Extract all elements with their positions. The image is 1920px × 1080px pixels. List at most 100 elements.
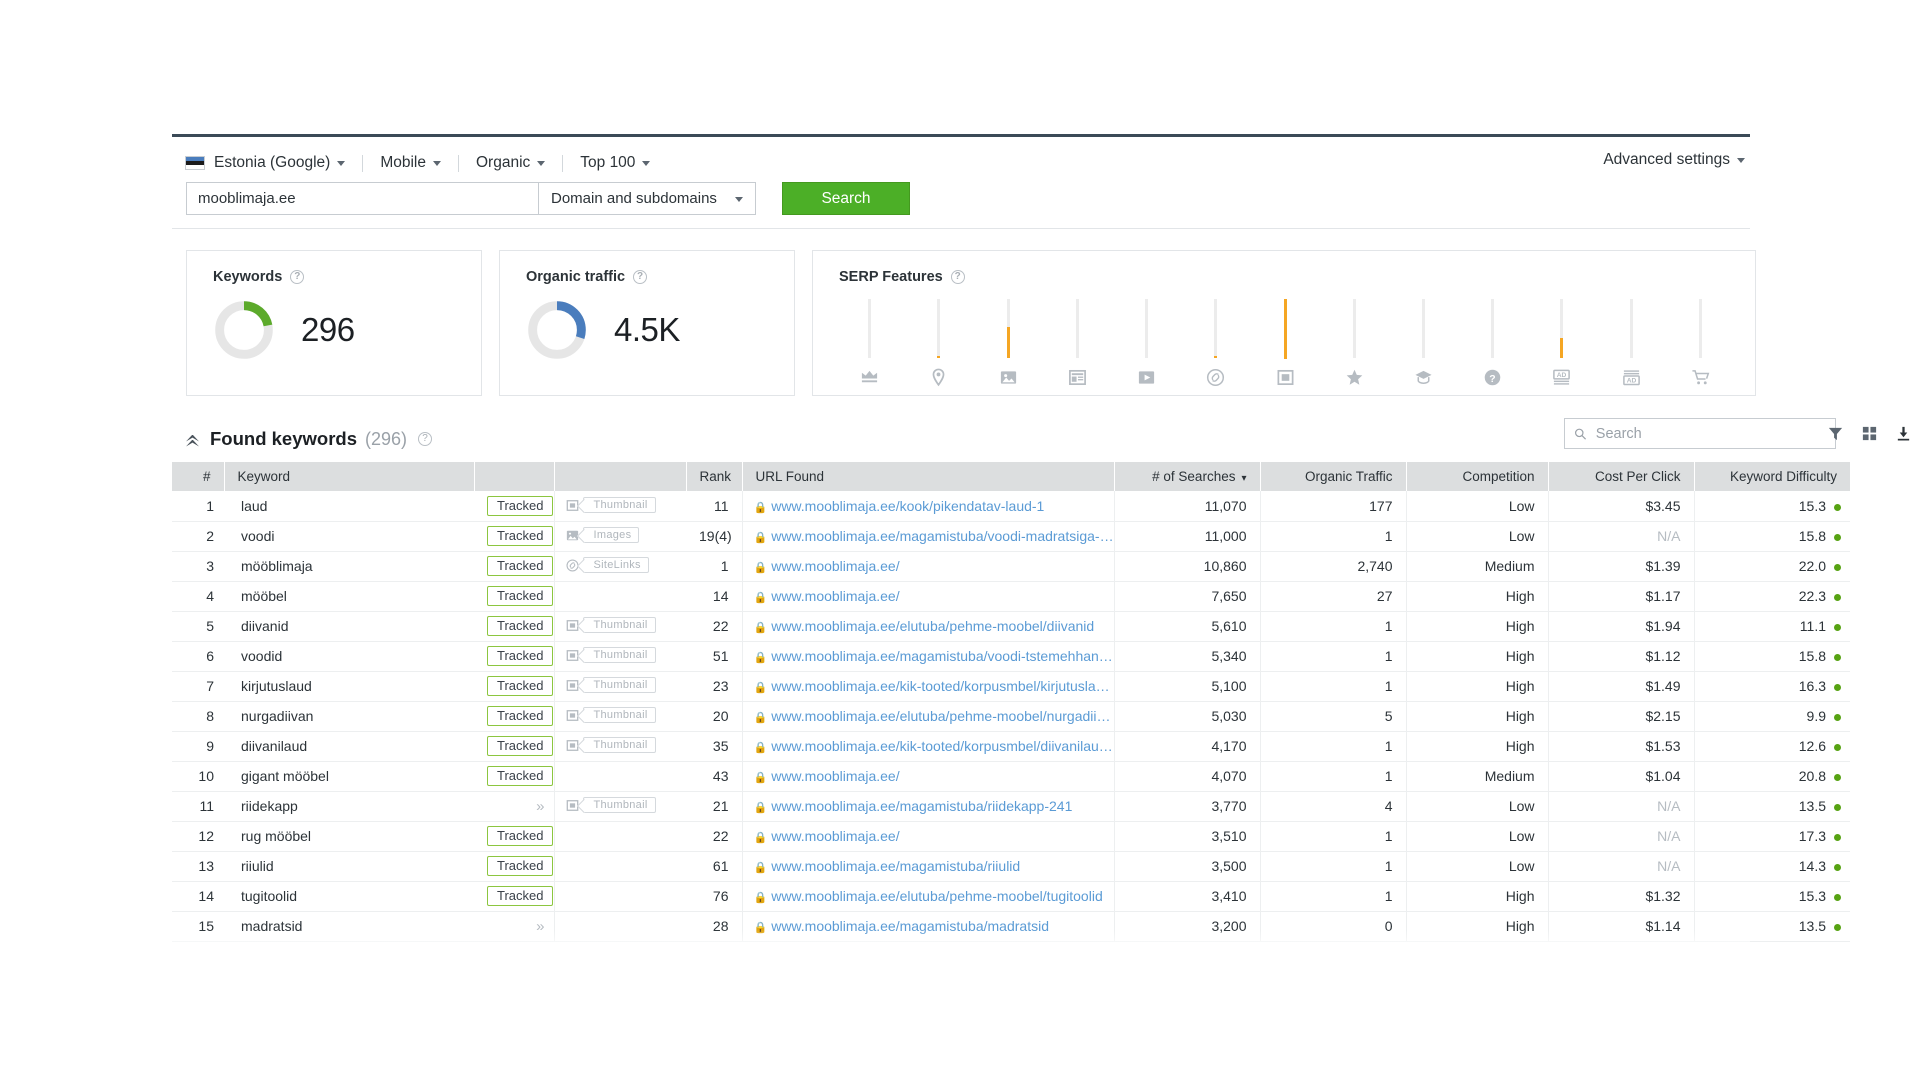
- tracked-badge[interactable]: Tracked: [474, 671, 554, 701]
- column-header-rank[interactable]: Rank: [686, 462, 742, 491]
- url-link[interactable]: www.mooblimaja.ee/magamistuba/riiulid: [771, 858, 1020, 874]
- tracked-badge[interactable]: Tracked: [474, 581, 554, 611]
- search-input[interactable]: [1596, 426, 1826, 442]
- table-row[interactable]: 10gigant mööbelTracked43🔒www.mooblimaja.…: [172, 761, 1850, 791]
- serp-feature-featured-snippet[interactable]: [835, 299, 904, 387]
- table-row[interactable]: 5diivanidTrackedThumbnail22🔒www.mooblima…: [172, 611, 1850, 641]
- tracked-badge[interactable]: Tracked: [474, 491, 554, 521]
- table-row[interactable]: 4mööbelTracked14🔒www.mooblimaja.ee/7,650…: [172, 581, 1850, 611]
- columns-icon[interactable]: [1852, 418, 1886, 449]
- table-fade-overlay: [172, 930, 1750, 958]
- collapse-chevron-icon[interactable]: [186, 433, 199, 446]
- tracked-badge-label[interactable]: Tracked: [487, 526, 553, 546]
- serp-feature-faq[interactable]: ?: [1458, 299, 1527, 387]
- cpc-na: N/A: [1657, 858, 1680, 874]
- domain-input[interactable]: [186, 182, 538, 215]
- tracked-badge-label[interactable]: Tracked: [487, 826, 553, 846]
- table-row[interactable]: 3mööblimajaTrackedSiteLinks1🔒www.mooblim…: [172, 551, 1850, 581]
- tracked-badge-label[interactable]: Tracked: [487, 556, 553, 576]
- device-selector[interactable]: Mobile: [380, 154, 441, 172]
- tracked-badge-label[interactable]: Tracked: [487, 856, 553, 876]
- url-link[interactable]: www.mooblimaja.ee/elutuba/pehme-moobel/t…: [771, 888, 1103, 904]
- table-search-box[interactable]: [1564, 418, 1836, 449]
- tracked-badge[interactable]: Tracked: [474, 881, 554, 911]
- serp-feature-knowledge-panel[interactable]: [1389, 299, 1458, 387]
- url-link[interactable]: www.mooblimaja.ee/magamistuba/voodi-madr…: [771, 528, 1113, 544]
- table-row[interactable]: 13riiulidTracked61🔒www.mooblimaja.ee/mag…: [172, 851, 1850, 881]
- url-link[interactable]: www.mooblimaja.ee/kook/pikendatav-laud-1: [771, 498, 1044, 514]
- help-icon[interactable]: ?: [418, 432, 432, 446]
- table-row[interactable]: 12rug mööbelTracked22🔒www.mooblimaja.ee/…: [172, 821, 1850, 851]
- column-header-index[interactable]: #: [172, 462, 224, 491]
- table-row[interactable]: 7kirjutuslaudTrackedThumbnail23🔒www.moob…: [172, 671, 1850, 701]
- serp-feature-thumbnail[interactable]: [1250, 299, 1319, 387]
- serp-feature-sitelinks[interactable]: [1181, 299, 1250, 387]
- table-row[interactable]: 6voodidTrackedThumbnail51🔒www.mooblimaja…: [172, 641, 1850, 671]
- url-link[interactable]: www.mooblimaja.ee/elutuba/pehme-moobel/n…: [771, 708, 1110, 724]
- url-link[interactable]: www.mooblimaja.ee/magamistuba/riidekapp-…: [771, 798, 1072, 814]
- help-icon[interactable]: ?: [951, 270, 965, 284]
- download-icon[interactable]: [1886, 418, 1920, 449]
- tracked-badge-label[interactable]: Tracked: [487, 676, 553, 696]
- search-button[interactable]: Search: [782, 182, 910, 215]
- column-header-url[interactable]: URL Found: [742, 462, 1114, 491]
- depth-selector[interactable]: Top 100: [580, 154, 650, 172]
- tracked-badge[interactable]: Tracked: [474, 551, 554, 581]
- tracked-badge[interactable]: Tracked: [474, 821, 554, 851]
- tracked-badge[interactable]: Tracked: [474, 611, 554, 641]
- url-link[interactable]: www.mooblimaja.ee/elutuba/pehme-moobel/d…: [771, 618, 1094, 634]
- tracked-badge[interactable]: »: [474, 791, 554, 821]
- tracked-badge[interactable]: Tracked: [474, 641, 554, 671]
- url-link[interactable]: www.mooblimaja.ee/: [771, 828, 899, 844]
- table-row[interactable]: 2voodiTrackedImages19(4)🔒www.mooblimaja.…: [172, 521, 1850, 551]
- column-header-kd[interactable]: Keyword Difficulty: [1694, 462, 1850, 491]
- tracked-badge-label[interactable]: Tracked: [487, 886, 553, 906]
- tracked-badge-label[interactable]: Tracked: [487, 496, 553, 516]
- serp-feature-ad-top[interactable]: AD: [1527, 299, 1596, 387]
- result-type-selector[interactable]: Organic: [476, 154, 545, 172]
- url-link[interactable]: www.mooblimaja.ee/kik-tooted/korpusmbel/…: [771, 678, 1109, 694]
- tracked-badge[interactable]: Tracked: [474, 731, 554, 761]
- advanced-settings-button[interactable]: Advanced settings: [1603, 151, 1745, 169]
- table-row[interactable]: 11riidekapp»Thumbnail21🔒www.mooblimaja.e…: [172, 791, 1850, 821]
- column-header-searches[interactable]: # of Searches▾: [1114, 462, 1260, 491]
- serp-feature-top-stories[interactable]: [1043, 299, 1112, 387]
- table-row[interactable]: 8nurgadiivanTrackedThumbnail20🔒www.moobl…: [172, 701, 1850, 731]
- tracked-badge[interactable]: Tracked: [474, 521, 554, 551]
- tracked-badge-label[interactable]: Tracked: [487, 646, 553, 666]
- country-selector[interactable]: Estonia (Google): [214, 154, 345, 172]
- tracked-badge-label[interactable]: Tracked: [487, 766, 553, 786]
- tracked-badge-label[interactable]: Tracked: [487, 736, 553, 756]
- table-row[interactable]: 14tugitoolidTracked76🔒www.mooblimaja.ee/…: [172, 881, 1850, 911]
- serp-feature-ad-bottom[interactable]: AD: [1597, 299, 1666, 387]
- serp-feature-video[interactable]: [1112, 299, 1181, 387]
- column-header-competition[interactable]: Competition: [1406, 462, 1548, 491]
- tracked-badge-label[interactable]: Tracked: [487, 616, 553, 636]
- url-link[interactable]: www.mooblimaja.ee/: [771, 588, 899, 604]
- column-header-keyword[interactable]: Keyword: [224, 462, 474, 491]
- tracked-badge[interactable]: Tracked: [474, 701, 554, 731]
- tracked-badge-label[interactable]: Tracked: [487, 706, 553, 726]
- serp-feature-local-pack[interactable]: [904, 299, 973, 387]
- serp-feature-shopping[interactable]: [1666, 299, 1735, 387]
- serp-feature-image-pack[interactable]: [973, 299, 1042, 387]
- scope-select[interactable]: Domain and subdomains: [538, 182, 756, 215]
- tracked-badge[interactable]: Tracked: [474, 851, 554, 881]
- tracked-badge-label[interactable]: Tracked: [487, 586, 553, 606]
- help-icon[interactable]: ?: [290, 270, 304, 284]
- thumbnail-icon: [1275, 368, 1295, 387]
- tracked-badge[interactable]: Tracked: [474, 761, 554, 791]
- help-icon[interactable]: ?: [633, 270, 647, 284]
- column-header-cpc[interactable]: Cost Per Click: [1548, 462, 1694, 491]
- url-link[interactable]: www.mooblimaja.ee/: [771, 558, 899, 574]
- url-link[interactable]: www.mooblimaja.ee/: [771, 768, 899, 784]
- url-link[interactable]: www.mooblimaja.ee/magamistuba/voodi-tste…: [771, 648, 1113, 664]
- table-row[interactable]: 1laudTrackedThumbnail11🔒www.mooblimaja.e…: [172, 491, 1850, 521]
- column-header-organic-traffic[interactable]: Organic Traffic: [1260, 462, 1406, 491]
- url-link[interactable]: www.mooblimaja.ee/kik-tooted/korpusmbel/…: [771, 738, 1113, 754]
- expand-chevron-icon[interactable]: »: [536, 798, 543, 815]
- serp-feature-tag-label: Images: [583, 527, 640, 543]
- filter-icon[interactable]: [1818, 418, 1852, 449]
- table-row[interactable]: 9diivanilaudTrackedThumbnail35🔒www.moobl…: [172, 731, 1850, 761]
- serp-feature-reviews[interactable]: [1320, 299, 1389, 387]
